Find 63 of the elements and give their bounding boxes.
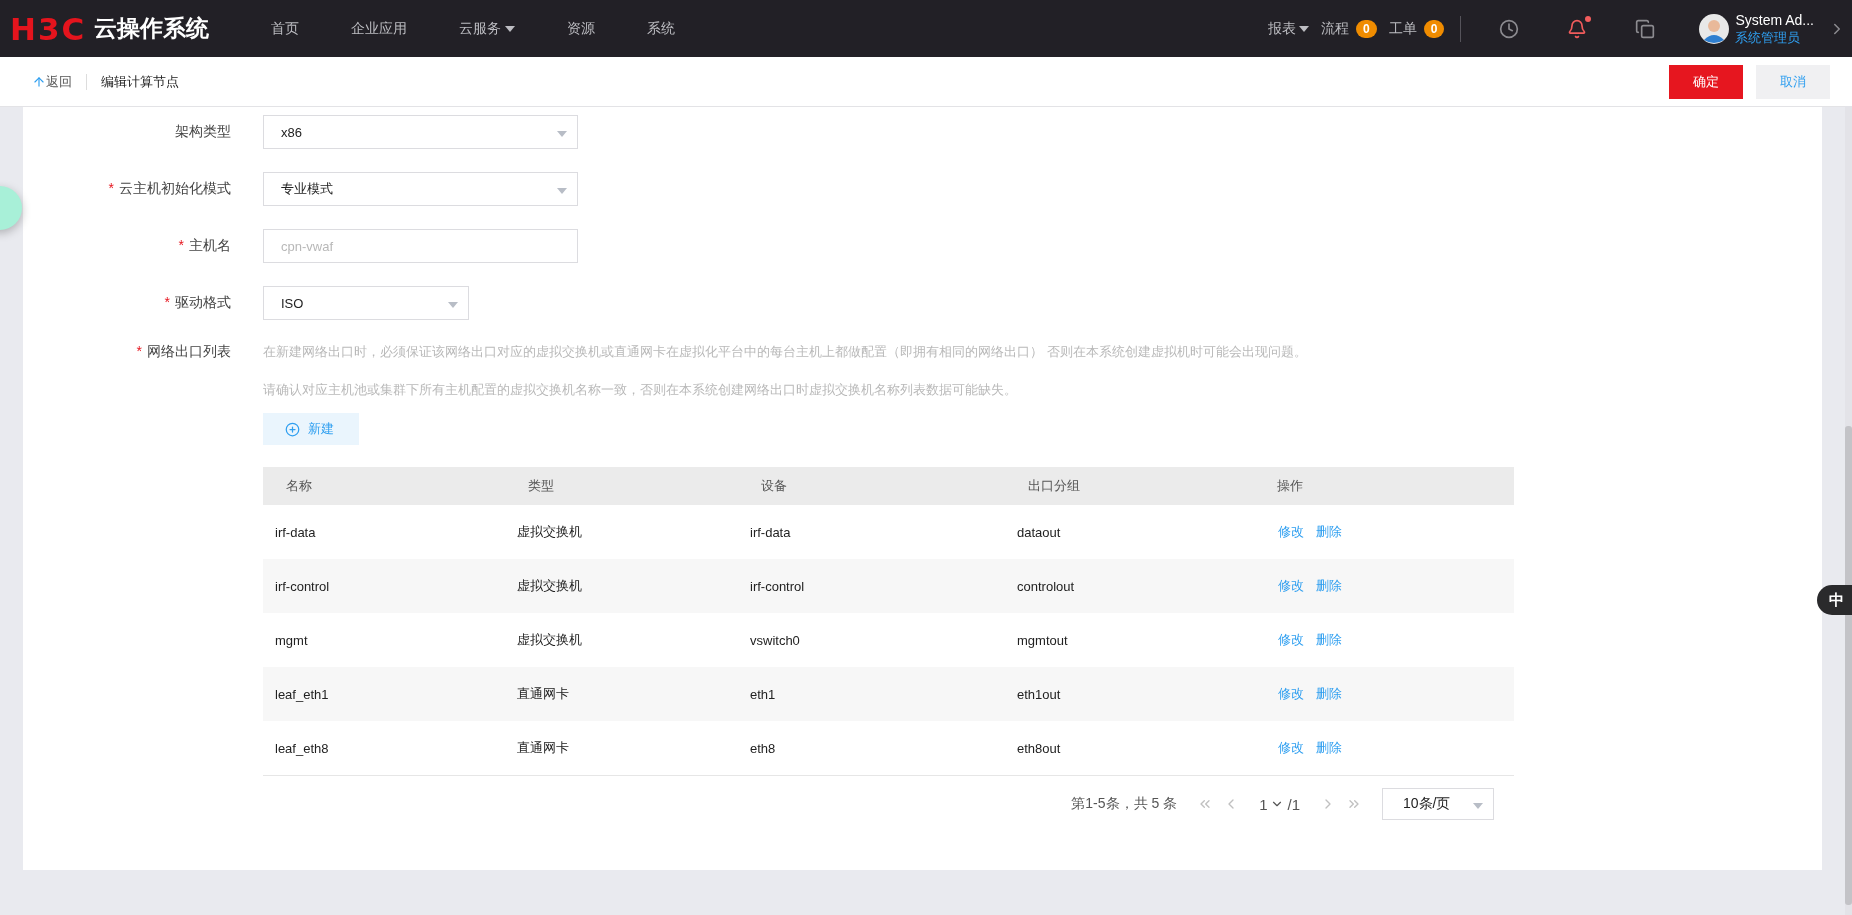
column-header: 类型	[527, 477, 555, 495]
required-mark: *	[164, 294, 170, 310]
table-cell-text: leaf_eth8	[274, 740, 329, 756]
counter-link[interactable]: 流程 0	[1321, 19, 1377, 38]
table-cell-text: 直通网卡	[516, 740, 569, 755]
table-cell-text: eth8	[749, 740, 776, 756]
table-cell-text: 虚拟交换机	[516, 632, 582, 647]
table-cell-text: irf-control	[274, 578, 330, 594]
table-cell-text: irf-control	[749, 578, 805, 594]
page-size-select[interactable]: 10条/页	[1382, 788, 1494, 820]
required-mark: *	[178, 237, 184, 253]
table-cell-text: irf-data	[274, 524, 316, 540]
nav-item[interactable]: 资源	[541, 19, 622, 38]
field-label: 云主机初始化模式	[119, 180, 231, 196]
table-cell-text: mgmt	[274, 632, 308, 648]
table-cell-text: eth1	[749, 686, 776, 702]
required-mark: *	[136, 343, 142, 359]
counter-link[interactable]: 工单 0	[1388, 19, 1445, 38]
column-header: 出口分组	[1027, 477, 1081, 495]
user-role: 系统管理员	[1735, 28, 1802, 47]
hint-text: 在新建网络出口时，必须保证该网络出口对应的虚拟交换机或直通网卡在虚拟化平台中的每台主机上都做配置（即拥有相同的网络出口） 否则在本系统创建虚拟机时可能会出现问题。	[263, 343, 1308, 361]
nav-item[interactable]: 系统	[621, 19, 702, 38]
confirm-button[interactable]: 确定	[1669, 64, 1743, 99]
pagination-summary: 第1-5条，共 5 条	[1071, 795, 1178, 813]
caret-icon	[1299, 25, 1310, 32]
nav-item[interactable]: 云服务	[433, 19, 542, 38]
input-method-badge[interactable]: 中	[1817, 585, 1852, 615]
select-field[interactable]: 专业模式	[263, 172, 578, 206]
table-cell-text: dataout	[1016, 524, 1061, 540]
nav-item[interactable]: 首页	[245, 19, 326, 38]
table-cell-text: irf-data	[749, 524, 791, 540]
user-name[interactable]: System Ad...	[1735, 10, 1814, 29]
table-cell-text: mgmtout	[1016, 632, 1068, 648]
page-title: 编辑计算节点	[101, 72, 179, 91]
nav-item[interactable]: 企业应用	[325, 19, 434, 38]
table-cell-text: leaf_eth1	[274, 686, 329, 702]
table-cell-text: eth8out	[1016, 740, 1061, 756]
table-cell-text: 虚拟交换机	[516, 578, 582, 593]
required-mark: *	[108, 180, 114, 196]
page-selector[interactable]: 1 /1	[1259, 795, 1300, 813]
table-cell-text: controlout	[1016, 578, 1075, 594]
hostname-field[interactable]: cpn-vwaf	[263, 229, 578, 263]
avatar-icon[interactable]	[1699, 13, 1730, 44]
scrollbar[interactable]	[1845, 106, 1852, 915]
table-cell-text: eth1out	[1016, 686, 1061, 702]
logo-mark: H3C	[10, 10, 87, 47]
field-label: 主机名	[189, 237, 231, 253]
table-cell-text: 直通网卡	[516, 686, 569, 701]
column-header: 名称	[285, 477, 313, 495]
back-link[interactable]: 返回	[32, 72, 72, 91]
select-field[interactable]: x86	[263, 115, 578, 149]
field-label: 网络出口列表	[147, 343, 231, 359]
column-header: 设备	[760, 477, 788, 495]
field-label: 架构类型	[175, 123, 231, 139]
plus-icon	[285, 421, 300, 437]
field-label: 驱动格式	[175, 294, 231, 310]
select-field[interactable]: ISO	[263, 286, 469, 320]
caret-icon	[505, 25, 516, 32]
product-name: 云操作系统	[94, 14, 210, 43]
reports-menu[interactable]: 报表	[1268, 19, 1310, 38]
table-cell-text: 虚拟交换机	[516, 524, 582, 539]
table-cell-text: vswitch0	[749, 632, 800, 648]
column-header: 操作	[1276, 477, 1304, 495]
